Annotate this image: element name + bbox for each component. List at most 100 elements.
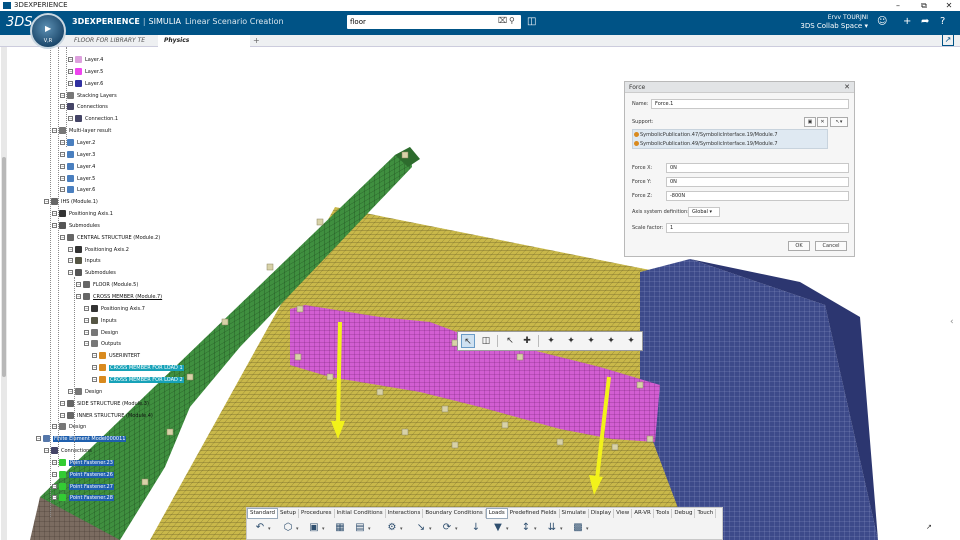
tree-node[interactable]: − Submodules <box>52 221 100 231</box>
tree-node[interactable]: − Layer.6 <box>68 79 103 89</box>
ok-button[interactable]: OK <box>788 241 810 251</box>
tab-predefined-fields[interactable]: Predefined Fields <box>508 509 560 518</box>
part-icon[interactable]: ⬡ <box>281 521 295 535</box>
expand-toggle-icon[interactable]: − <box>52 128 57 134</box>
support-item[interactable]: SymbolicPublication.47/SymbolicInterface… <box>634 131 778 139</box>
tab-setup[interactable]: Setup <box>278 509 300 518</box>
tree-node[interactable]: − CENTRAL STRUCTURE (Module.2) <box>60 233 160 243</box>
tree-node[interactable]: − Point Fastener.28 <box>52 493 114 503</box>
temperature-icon[interactable]: ↕ <box>519 521 533 535</box>
dropdown-icon[interactable]: ▾ <box>296 526 299 532</box>
tree-node[interactable]: − Multi-layer result <box>52 126 111 136</box>
tree-node[interactable]: − Inputs <box>68 256 101 266</box>
tab-physics-simulation[interactable]: Physics Simulation000000 <box>158 35 250 56</box>
tab-floor-library[interactable]: FLOOR FOR LIBRARY TE <box>68 35 158 47</box>
tree-node[interactable]: − Point Fastener.23 <box>52 458 114 468</box>
shape-icon[interactable]: ◫ <box>479 334 493 348</box>
tree-node[interactable]: − Positioning Axis.7 <box>84 304 145 314</box>
tab-touch[interactable]: Touch <box>695 509 717 518</box>
support-list[interactable]: SymbolicPublication.47/SymbolicInterface… <box>632 129 828 149</box>
tab-interactions[interactable]: Interactions <box>386 509 424 518</box>
mesh-icon[interactable]: ▣ <box>307 521 321 535</box>
dropdown-icon[interactable]: ▾ <box>368 526 371 532</box>
tree-node[interactable]: − Positioning Axis.1 <box>52 209 113 219</box>
material-icon[interactable]: ▦ <box>333 521 347 535</box>
tree-node[interactable]: − Layer.5 <box>60 174 95 184</box>
tag-icon[interactable]: ◫ <box>527 16 536 27</box>
expand-toggle-icon[interactable]: − <box>68 68 73 74</box>
expand-toggle-icon[interactable]: − <box>68 57 73 62</box>
tree-node[interactable]: − Layer.6 <box>60 185 95 195</box>
move-icon[interactable]: ✚ <box>520 334 534 348</box>
tree-node[interactable]: − Design <box>84 328 118 338</box>
tree-node[interactable]: − Connections <box>44 446 92 456</box>
expand-toggle-icon[interactable]: − <box>52 483 57 489</box>
support-edit-icon[interactable]: ▣ <box>804 117 816 127</box>
tree-node[interactable]: − Inputs <box>84 316 117 326</box>
tab-view[interactable]: View <box>614 509 633 518</box>
settings-icon[interactable]: ⚙ <box>385 521 399 535</box>
user-info[interactable]: Ervv TOURJNI 3DS Collab Space ▾ <box>800 13 868 31</box>
moment-icon[interactable]: ⟳ <box>440 521 454 535</box>
tree-node[interactable]: − USERINTERT <box>92 351 140 361</box>
tree-node[interactable]: − Layer.4 <box>60 162 95 172</box>
select-icon[interactable]: ↖ <box>461 334 475 348</box>
tab-debug[interactable]: Debug <box>672 509 696 518</box>
expand-toggle-icon[interactable]: − <box>60 400 65 406</box>
undo-dropdown-icon[interactable]: ▾ <box>268 526 271 532</box>
tree-node[interactable]: − Point Fastener.27 <box>52 482 114 492</box>
axis-c-icon[interactable]: ✦ <box>584 334 598 348</box>
tab-initial-conditions[interactable]: Initial Conditions <box>335 509 386 518</box>
dropdown-icon[interactable]: ▾ <box>534 526 537 532</box>
force-icon[interactable]: ↘ <box>414 521 428 535</box>
distributed-load-icon[interactable]: ⇊ <box>545 521 559 535</box>
expand-toggle-icon[interactable]: − <box>92 376 97 382</box>
expand-toggle-icon[interactable]: − <box>60 151 65 157</box>
tree-node[interactable]: − Point Fastener.26 <box>52 470 114 480</box>
axis-e-icon[interactable]: ✦ <box>624 334 638 348</box>
tree-node[interactable]: − Layer.5 <box>68 67 103 77</box>
undo-icon[interactable]: ↶ <box>253 521 267 535</box>
expand-toggle-icon[interactable]: − <box>92 353 97 359</box>
expand-toggle-icon[interactable]: − <box>60 92 65 98</box>
expand-toggle-icon[interactable]: − <box>84 305 89 311</box>
dropdown-icon[interactable]: ▾ <box>400 526 403 532</box>
expand-toggle-icon[interactable]: − <box>52 495 57 501</box>
expand-toggle-icon[interactable]: − <box>84 341 89 347</box>
expand-toggle-icon[interactable]: − <box>68 80 73 86</box>
expand-toggle-icon[interactable]: − <box>52 424 57 430</box>
axis-system-select[interactable]: Global ▾ <box>688 207 720 217</box>
minimize-icon[interactable]: – <box>891 0 905 11</box>
dropdown-icon[interactable]: ▾ <box>455 526 458 532</box>
axis-d-icon[interactable]: ✦ <box>604 334 618 348</box>
new-tab-icon[interactable]: + <box>253 35 260 47</box>
axis-a-icon[interactable]: ✦ <box>544 334 558 348</box>
dropdown-icon[interactable]: ▾ <box>429 526 432 532</box>
tab-ar-vr[interactable]: AR-VR <box>632 509 654 518</box>
ds-logo-icon[interactable]: 3DS <box>6 15 33 30</box>
load-table-icon[interactable]: ▩ <box>571 521 585 535</box>
name-field[interactable]: Force.1 <box>651 99 849 109</box>
tree-node[interactable]: − CROSS MEMBER FOR LOAD 2 <box>92 375 184 385</box>
search-box[interactable]: ⌧ ⚲ <box>347 15 521 29</box>
dropdown-icon[interactable]: ▾ <box>322 526 325 532</box>
expand-toggle-icon[interactable]: − <box>44 199 49 205</box>
expand-toggle-icon[interactable]: − <box>60 104 65 110</box>
expand-toggle-icon[interactable]: − <box>60 163 65 169</box>
expand-toggle-icon[interactable]: − <box>68 246 73 252</box>
expand-toggle-icon[interactable]: − <box>84 329 89 335</box>
tree-node[interactable]: − CROSS MEMBER FOR LOAD 1 <box>92 363 184 373</box>
dropdown-icon[interactable]: ▾ <box>586 526 589 532</box>
add-icon[interactable]: + <box>903 16 911 27</box>
expand-toggle-icon[interactable]: − <box>60 412 65 418</box>
force-x-field[interactable]: 0N <box>666 163 849 173</box>
scale-factor-field[interactable]: 1 <box>666 223 849 233</box>
tree-node[interactable]: − Submodules <box>68 268 116 278</box>
expand-toggle-icon[interactable]: − <box>36 436 41 442</box>
tab-simulate[interactable]: Simulate <box>560 509 589 518</box>
expand-toggle-icon[interactable]: − <box>68 388 73 394</box>
expand-toggle-icon[interactable]: − <box>68 116 73 122</box>
expand-toggle-icon[interactable]: − <box>52 459 57 465</box>
expand-toggle-icon[interactable]: − <box>76 282 81 288</box>
force-y-field[interactable]: 0N <box>666 177 849 187</box>
